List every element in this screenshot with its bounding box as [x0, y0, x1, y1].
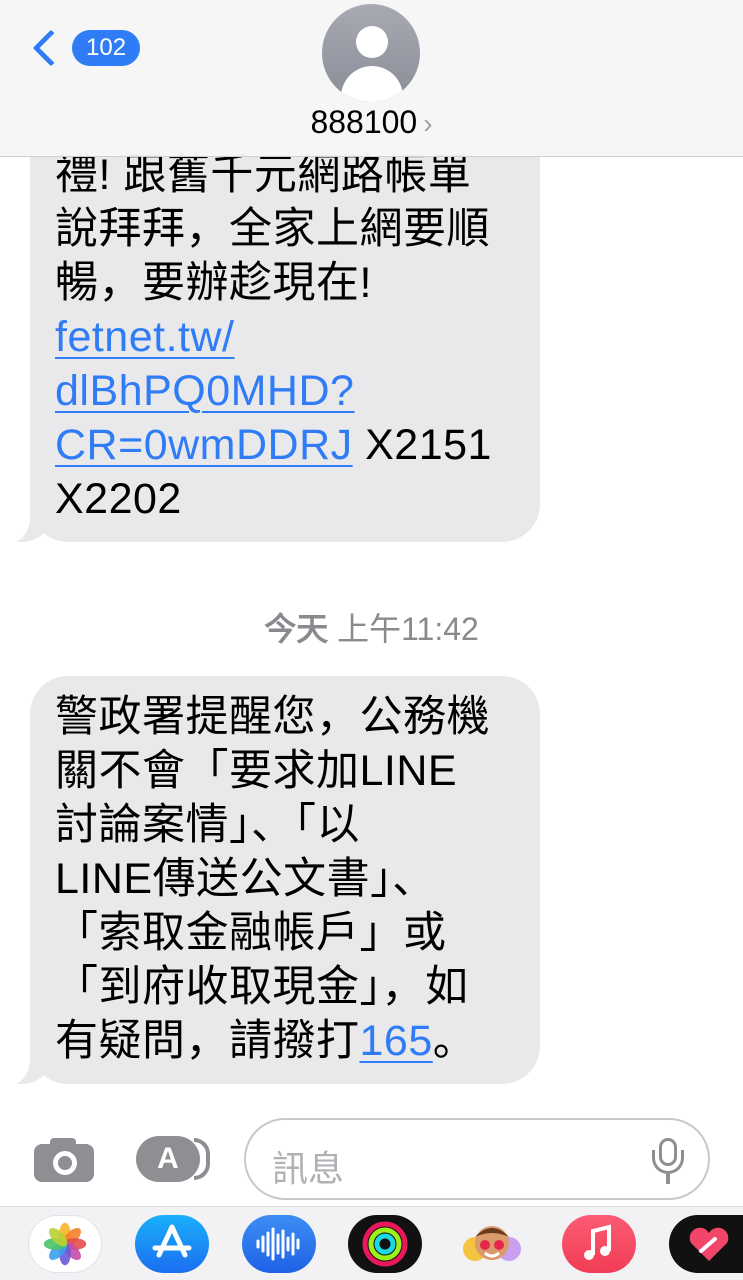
timestamp-time: 上午11:42	[337, 611, 479, 647]
message-line: 「到府收取現金」，如	[55, 963, 469, 1011]
message-line: X2202	[55, 475, 182, 523]
message-bubble-received-2[interactable]: 警政署提醒您，公務機 關不會「要求加LINE 討論案情」、「以 LINE傳送公文…	[8, 676, 540, 1085]
audio-message-icon[interactable]	[242, 1215, 316, 1273]
app-drawer	[0, 1206, 743, 1280]
message-line: LINE傳送公文書」、	[55, 855, 436, 903]
person-head-icon	[356, 26, 388, 58]
conversation-header: 102 888100 ›	[0, 0, 743, 157]
message-link[interactable]: fetnet.tw/	[55, 313, 234, 361]
message-line: 有疑問，請撥打	[55, 1017, 360, 1065]
unread-count-badge: 102	[72, 30, 141, 66]
message-link[interactable]: CR=0wmDDRJ	[55, 421, 353, 469]
microphone-button[interactable]	[648, 1138, 688, 1184]
message-line: 關不會「要求加LINE	[55, 747, 458, 795]
contact-name: 888100	[310, 104, 418, 140]
message-line: 「索取金融帳戶」或	[55, 909, 447, 957]
apps-button[interactable]: A	[136, 1136, 212, 1182]
timestamp-day: 今天	[264, 611, 329, 647]
message-line: 說拜拜，全家上網要順	[55, 205, 490, 253]
message-timestamp: 今天 上午11:42	[0, 604, 743, 650]
music-icon[interactable]	[562, 1215, 636, 1273]
message-code: X2151	[352, 421, 492, 469]
message-line: 討論案情」、「以	[55, 801, 360, 849]
message-input[interactable]: 訊息	[244, 1118, 710, 1200]
chevron-right-icon: ›	[423, 108, 433, 139]
message-line-end: 。	[432, 1017, 477, 1065]
person-body-icon	[341, 66, 403, 102]
message-bubble-received-1[interactable]: 禮! 跟舊千元網路帳單 說拜拜，全家上網要順 暢，要辦趁現在! fetnet.t…	[8, 90, 540, 543]
activity-icon[interactable]	[348, 1215, 422, 1273]
back-button[interactable]: 102	[30, 29, 141, 67]
message-input-placeholder: 訊息	[272, 1148, 345, 1189]
message-link[interactable]: dlBhPQ0MHD?	[55, 367, 354, 415]
photos-app-icon[interactable]	[28, 1215, 102, 1273]
digital-touch-icon[interactable]	[669, 1215, 743, 1273]
app-store-icon[interactable]	[135, 1215, 209, 1273]
memoji-stickers-icon[interactable]	[455, 1215, 529, 1273]
chevron-left-icon	[32, 29, 70, 67]
phone-link[interactable]: 165	[360, 1017, 433, 1065]
message-list[interactable]: 禮! 跟舊千元網路帳單 說拜拜，全家上網要順 暢，要辦趁現在! fetnet.t…	[0, 0, 743, 1110]
camera-button[interactable]	[34, 1136, 94, 1182]
app-store-small-icon: A	[136, 1136, 200, 1182]
message-line: 暢，要辦趁現在!	[55, 259, 372, 307]
contact-name-button[interactable]: 888100 ›	[0, 104, 743, 141]
contact-avatar[interactable]	[322, 4, 420, 102]
message-line: 警政署提醒您，公務機	[55, 693, 490, 741]
input-bar: A 訊息	[0, 1110, 743, 1206]
